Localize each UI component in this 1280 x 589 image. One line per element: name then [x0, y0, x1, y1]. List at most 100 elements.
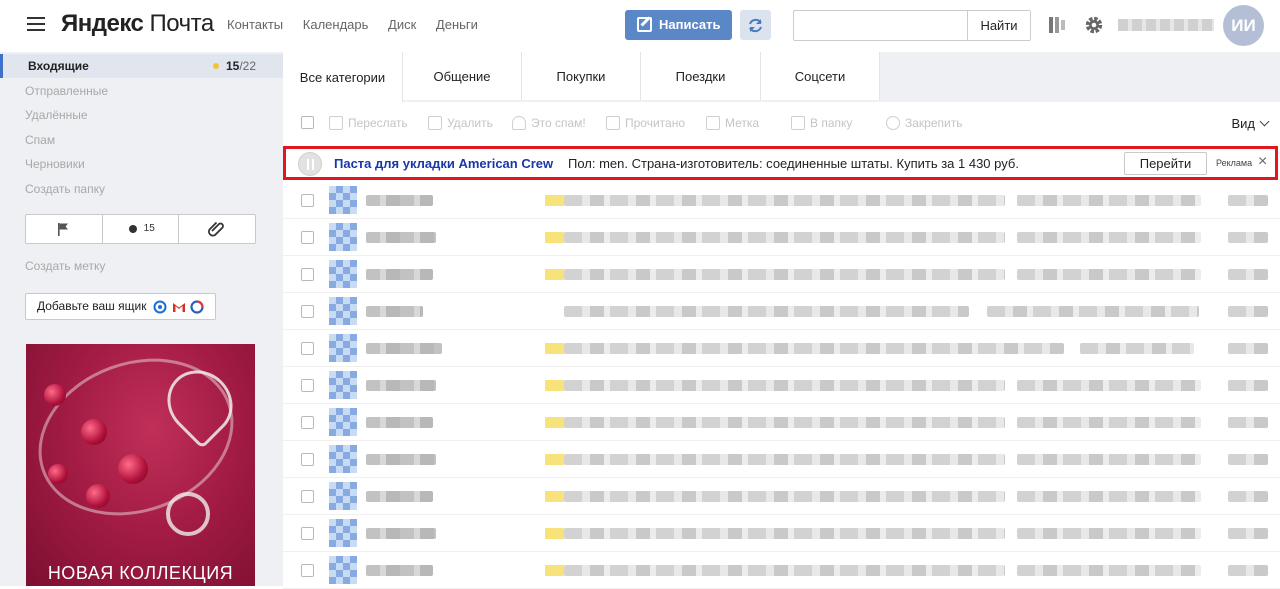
folder-inbox[interactable]: Входящие 15/22 — [0, 54, 283, 78]
ring-image — [166, 492, 210, 536]
message-checkbox[interactable] — [301, 305, 314, 318]
gear-icon[interactable] — [1084, 15, 1104, 35]
search-box: Найти — [793, 10, 1031, 41]
avatar — [329, 186, 357, 214]
nav-contacts[interactable]: Контакты — [227, 17, 283, 32]
view-dropdown[interactable]: Вид — [1231, 116, 1270, 131]
avatar — [329, 260, 357, 288]
list-item[interactable] — [283, 219, 1280, 256]
tag-icon — [706, 116, 720, 130]
compose-button[interactable]: Написать — [625, 10, 732, 40]
sidebar-ad-banner[interactable]: НОВАЯ КОЛЛЕКЦИЯ — [26, 344, 255, 586]
gmail-icon — [173, 303, 185, 312]
nav-money[interactable]: Деньги — [436, 17, 478, 32]
avatar — [329, 556, 357, 584]
search-button[interactable]: Найти — [967, 11, 1030, 40]
message-list — [283, 182, 1280, 589]
ad-title[interactable]: Паста для укладки American Crew — [334, 156, 553, 171]
move-to-folder-button[interactable]: В папку — [791, 116, 852, 130]
avatar — [329, 334, 357, 362]
delete-button[interactable]: Удалить — [428, 116, 493, 130]
list-item[interactable] — [283, 404, 1280, 441]
mailru-icon — [153, 300, 167, 314]
select-all-checkbox[interactable] — [301, 116, 314, 129]
create-folder-link[interactable]: Создать папку — [25, 182, 105, 196]
spam-button[interactable]: Это спам! — [512, 116, 586, 130]
category-tabs: Все категории Общение Покупки Поездки Со… — [283, 52, 1280, 102]
forward-button[interactable]: Переслать — [329, 116, 408, 130]
tab-all[interactable]: Все категории — [283, 52, 403, 102]
refresh-button[interactable] — [740, 10, 771, 40]
message-checkbox[interactable] — [301, 342, 314, 355]
avatar — [329, 519, 357, 547]
ad-go-button[interactable]: Перейти — [1124, 152, 1207, 175]
nav-calendar[interactable]: Календарь — [303, 17, 369, 32]
folder-icon — [791, 116, 805, 130]
username-blurred[interactable] — [1118, 19, 1214, 31]
menu-icon[interactable] — [27, 17, 45, 31]
mark-read-button[interactable]: Прочитано — [606, 116, 685, 130]
avatar — [329, 445, 357, 473]
message-checkbox[interactable] — [301, 231, 314, 244]
ad-banner-text: НОВАЯ КОЛЛЕКЦИЯ — [47, 563, 234, 583]
folder-drafts[interactable]: Черновики — [25, 157, 85, 171]
avatar — [329, 408, 357, 436]
message-toolbar: Переслать Удалить Это спам! Прочитано Ме… — [283, 102, 1280, 144]
theme-icon[interactable] — [1049, 17, 1067, 33]
tab-social-talk[interactable]: Общение — [403, 52, 522, 100]
chevron-down-icon — [1259, 116, 1270, 127]
filter-attachments[interactable] — [179, 215, 255, 243]
header: Яндекс Почта Контакты Календарь Диск Ден… — [0, 0, 1280, 52]
list-item[interactable] — [283, 256, 1280, 293]
refresh-icon — [749, 18, 762, 33]
folder-spam[interactable]: Спам — [25, 133, 55, 147]
list-item[interactable] — [283, 478, 1280, 515]
list-item[interactable] — [283, 367, 1280, 404]
list-item[interactable] — [283, 552, 1280, 589]
pin-button[interactable]: Закрепить — [886, 116, 962, 130]
forward-icon — [329, 116, 343, 130]
quick-filters: 15 — [25, 214, 256, 244]
folder-sent[interactable]: Отправленные — [25, 84, 108, 98]
add-mailbox-button[interactable]: Добавьте ваш ящик — [25, 293, 216, 320]
paperclip-icon — [208, 221, 225, 237]
ad-text: Пол: men. Страна-изготовитель: соединенн… — [568, 156, 1019, 171]
list-item[interactable] — [283, 330, 1280, 367]
message-checkbox[interactable] — [301, 564, 314, 577]
nav-disk[interactable]: Диск — [388, 17, 416, 32]
ad-label: Реклама — [1216, 158, 1253, 168]
message-checkbox[interactable] — [301, 194, 314, 207]
top-nav: Контакты Календарь Диск Деньги — [227, 17, 494, 32]
message-checkbox[interactable] — [301, 453, 314, 466]
message-checkbox[interactable] — [301, 379, 314, 392]
close-icon[interactable]: × — [1258, 153, 1267, 171]
create-label-link[interactable]: Создать метку — [25, 259, 105, 273]
thumbs-down-icon — [512, 116, 526, 130]
trash-icon — [428, 116, 442, 130]
message-checkbox[interactable] — [301, 527, 314, 540]
label-button[interactable]: Метка — [706, 116, 759, 130]
tab-trips[interactable]: Поездки — [641, 52, 761, 100]
message-checkbox[interactable] — [301, 268, 314, 281]
message-checkbox[interactable] — [301, 416, 314, 429]
list-item[interactable] — [283, 182, 1280, 219]
compose-icon — [637, 17, 652, 32]
search-input[interactable] — [795, 12, 967, 39]
logo[interactable]: Яндекс Почта — [61, 10, 214, 38]
filter-unread[interactable]: 15 — [103, 215, 180, 243]
message-checkbox[interactable] — [301, 490, 314, 503]
unread-dot-icon — [128, 225, 137, 233]
list-item[interactable] — [283, 441, 1280, 478]
list-item[interactable] — [283, 515, 1280, 552]
filter-flagged[interactable] — [26, 215, 103, 243]
avatar — [329, 371, 357, 399]
avatar — [329, 297, 357, 325]
folder-deleted[interactable]: Удалённые — [25, 108, 88, 122]
tab-socials[interactable]: Соцсети — [761, 52, 880, 100]
tab-shopping[interactable]: Покупки — [522, 52, 641, 100]
rambler-icon — [190, 300, 204, 314]
inline-ad-row[interactable]: Паста для укладки American Crew Пол: men… — [283, 146, 1278, 180]
avatar[interactable]: ИИ — [1223, 5, 1264, 46]
list-item[interactable] — [283, 293, 1280, 330]
sidebar: Входящие 15/22 Отправленные Удалённые Сп… — [0, 52, 283, 586]
